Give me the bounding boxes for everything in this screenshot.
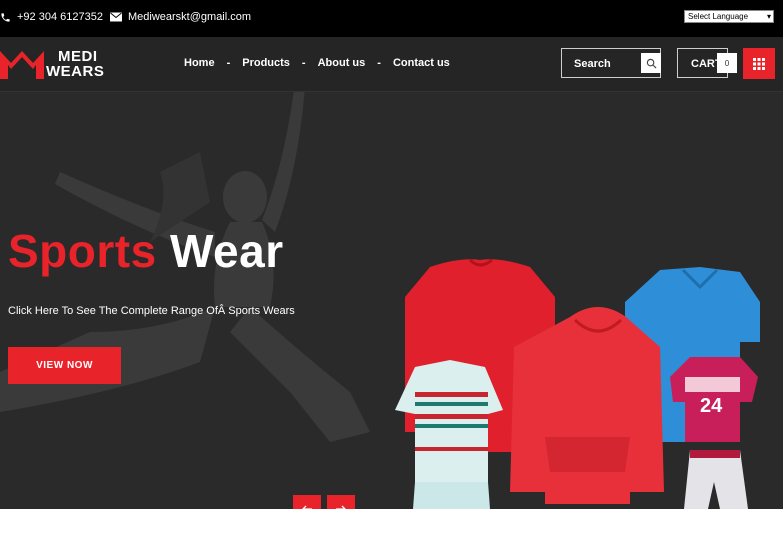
logo-text: MEDI WEARS [46,49,104,79]
phone-contact[interactable]: +92 304 6127352 [0,11,103,23]
hero-subtitle: Click Here To See The Complete Range OfÂ… [8,305,295,317]
menu-grid-button[interactable] [743,48,775,79]
phone-icon [0,12,11,23]
page-section-below [0,509,783,536]
slider-next-button[interactable] [327,495,355,509]
phone-number: +92 304 6127352 [17,11,103,23]
logo-line2: WEARS [46,63,105,80]
main-nav: Home - Products - About us - Contact us [184,57,450,69]
hero-title: Sports Wear [8,224,284,278]
nav-separator: - [226,57,231,69]
view-now-button[interactable]: VIEW NOW [8,347,121,384]
envelope-icon [110,12,122,22]
cart-count-badge: 0 [717,53,737,73]
nav-separator: - [301,57,306,69]
hero-banner: 24 Sports Wear Click Here To See The Com… [0,92,783,509]
search-icon [646,58,656,68]
slider-prev-button[interactable] [293,495,321,509]
email-address: Mediwearskt@gmail.com [128,11,252,23]
language-select-value: Select Language [688,12,749,21]
sportswear-collage-image: 24 [395,258,760,509]
main-header: MEDI WEARS Home - Products - About us - … [0,37,783,92]
logo[interactable]: MEDI WEARS [0,47,115,83]
chevron-down-icon: ▾ [766,12,771,21]
search-input[interactable]: Search [574,58,611,70]
hero-title-white: Wear [169,225,284,277]
logo-mark-icon [0,51,44,79]
email-contact[interactable]: Mediwearskt@gmail.com [110,11,251,23]
language-select[interactable]: Select Language ▾ [684,10,774,23]
nav-products[interactable]: Products [242,57,290,69]
grid-icon [753,57,765,70]
nav-home[interactable]: Home [184,57,215,69]
svg-text:24: 24 [700,395,723,417]
hero-title-red: Sports [8,225,157,277]
nav-separator: - [377,57,381,69]
nav-contact[interactable]: Contact us [393,57,450,69]
logo-line1: MEDI [58,48,98,65]
search-button[interactable] [641,53,661,73]
search-box[interactable]: Search [561,48,661,78]
cart-button[interactable]: CART 0 [677,48,737,78]
top-bar: +92 304 6127352 Mediwearskt@gmail.com Se… [0,0,783,37]
nav-about[interactable]: About us [318,57,366,69]
